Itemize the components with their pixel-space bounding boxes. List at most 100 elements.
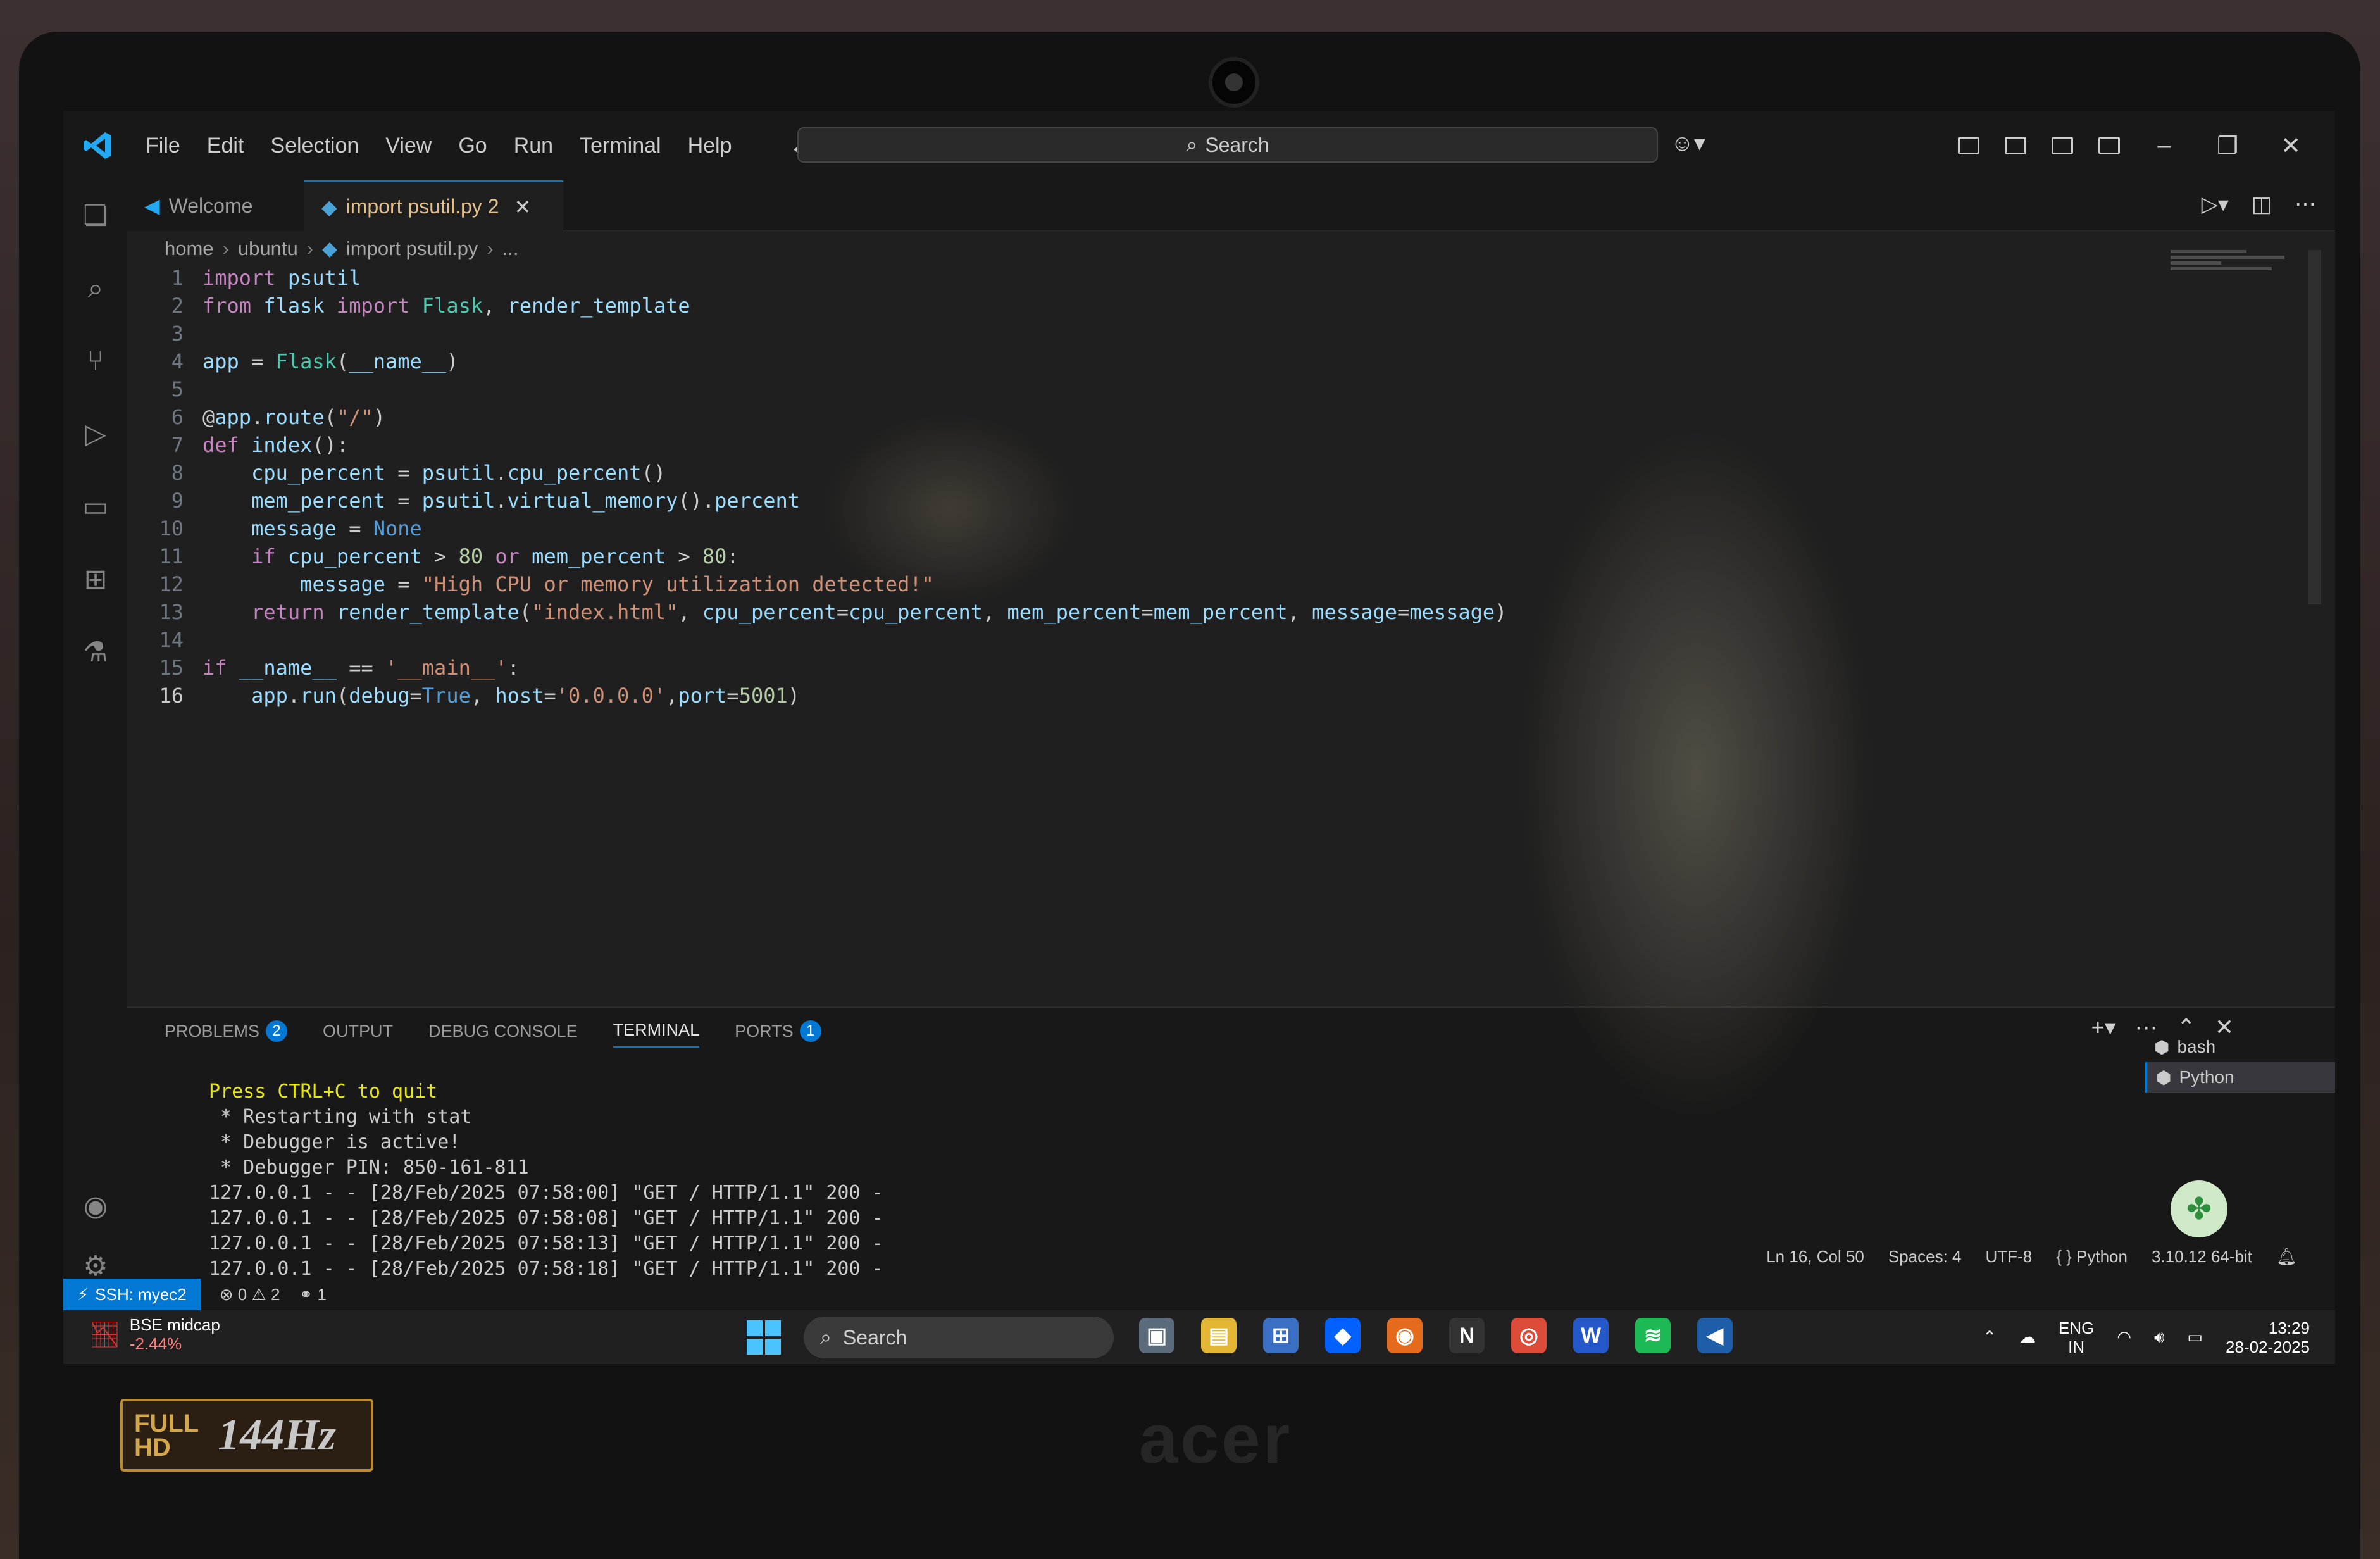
dropbox-icon[interactable]: ◆ xyxy=(1325,1318,1361,1353)
terminal-icon: ⬢ xyxy=(2156,1067,2172,1087)
tab-problems[interactable]: PROBLEMS 2 xyxy=(165,1020,288,1048)
status-cursor-position[interactable]: Ln 16, Col 50 xyxy=(1766,1247,1864,1267)
python-file-icon: ◆ xyxy=(322,237,337,260)
code-line[interactable]: 11 if cpu_percent > 80 or mem_percent > … xyxy=(127,544,739,572)
webex-icon[interactable]: W xyxy=(1573,1318,1609,1353)
code-text: message = None xyxy=(251,517,422,541)
terminal-item-python[interactable]: ⬢ Python xyxy=(2145,1062,2335,1093)
language-indicator[interactable]: ENG IN xyxy=(2059,1318,2094,1356)
wifi-icon[interactable]: ◠ xyxy=(2117,1327,2131,1347)
copilot-icon[interactable]: ☺▾ xyxy=(1671,130,1705,156)
customize-layout-icon[interactable] xyxy=(1958,137,1979,154)
menu-terminal[interactable]: Terminal xyxy=(580,134,661,158)
code-line[interactable]: 1 import psutil xyxy=(127,266,361,294)
code-line[interactable]: 8 cpu_percent = psutil.cpu_percent() xyxy=(127,461,666,489)
status-encoding[interactable]: UTF-8 xyxy=(1986,1247,2033,1267)
toggle-primary-sidebar-icon[interactable] xyxy=(2005,137,2026,154)
code-editor[interactable]: 1 import psutil 2 from flask import Flask, … xyxy=(127,266,2215,1006)
taskbar-search[interactable]: ⌕ Search xyxy=(804,1317,1114,1358)
explorer-icon[interactable]: ❏ xyxy=(79,199,112,232)
tab-output[interactable]: OUTPUT xyxy=(323,1020,393,1048)
vscode-taskbar-icon[interactable]: ◀ xyxy=(1697,1318,1733,1353)
status-indentation[interactable]: Spaces: 4 xyxy=(1888,1247,1962,1267)
firefox-icon[interactable]: ◉ xyxy=(1387,1318,1423,1353)
menu-view[interactable]: View xyxy=(385,134,432,158)
editor-scrollbar[interactable] xyxy=(2308,250,2321,604)
split-editor-icon[interactable]: ◫ xyxy=(2252,192,2272,217)
line-number: 15 xyxy=(159,656,184,680)
menu-selection[interactable]: Selection xyxy=(270,134,359,158)
code-line[interactable]: 7 def index(): xyxy=(127,433,349,461)
search-icon[interactable]: ⌕ xyxy=(79,272,112,305)
run-debug-icon[interactable]: ▷ xyxy=(79,418,112,451)
notifications-bell-icon[interactable]: 🔔︎ xyxy=(2276,1247,2297,1267)
new-terminal-icon[interactable]: +▾ xyxy=(2091,1014,2116,1041)
stock-widget[interactable]: 📉︎ BSE midcap -2.44% xyxy=(89,1315,220,1353)
code-line[interactable]: 6 @app.route("/") xyxy=(127,405,385,433)
remote-indicator[interactable]: ⚡︎ SSH: myec2 xyxy=(63,1279,201,1310)
testing-icon[interactable]: ⚗ xyxy=(79,636,112,669)
status-ports[interactable]: ⚭ 1 xyxy=(299,1285,326,1305)
breadcrumb-ubuntu[interactable]: ubuntu xyxy=(238,237,298,260)
menu-help[interactable]: Help xyxy=(688,134,732,158)
status-problems[interactable]: ⊗ 0 ⚠ 2 xyxy=(220,1285,280,1305)
source-control-icon[interactable]: ⑂ xyxy=(79,345,112,378)
menu-file[interactable]: File xyxy=(146,134,180,158)
extensions-icon[interactable]: ⊞ xyxy=(79,563,112,596)
task-view-icon[interactable]: ▣ xyxy=(1139,1318,1174,1353)
tab-import-psutil[interactable]: ◆ import psutil.py 2 ✕ xyxy=(304,180,563,231)
code-line[interactable]: 15 if __name__ == '__main__': xyxy=(127,656,519,684)
breadcrumb-file[interactable]: import psutil.py xyxy=(346,237,478,260)
code-line[interactable]: 5 xyxy=(127,377,202,405)
code-line[interactable]: 13 return render_template("index.html", … xyxy=(127,600,1507,628)
code-text: if cpu_percent > 80 or mem_percent > 80: xyxy=(251,544,739,568)
cloud-icon[interactable]: ☁︎ xyxy=(2019,1327,2036,1347)
breadcrumb-home[interactable]: home xyxy=(165,237,214,260)
remote-explorer-icon[interactable]: ▭ xyxy=(79,491,112,523)
code-line[interactable]: 3 xyxy=(127,322,202,349)
start-button[interactable] xyxy=(747,1320,781,1355)
code-line[interactable]: 9 mem_percent = psutil.virtual_memory().… xyxy=(127,489,800,517)
restore-icon[interactable]: ❐ xyxy=(2209,132,2246,160)
code-line[interactable]: 14 xyxy=(127,628,202,656)
code-line[interactable]: 4 app = Flask(__name__) xyxy=(127,349,459,377)
terminal-item-bash[interactable]: ⬢ bash xyxy=(2145,1032,2335,1062)
minimap[interactable] xyxy=(2171,250,2297,288)
more-actions-icon[interactable]: ⋯ xyxy=(2295,192,2316,217)
chat-bubble-icon[interactable]: ✤ xyxy=(2171,1180,2227,1237)
file-explorer-icon[interactable]: ▤ xyxy=(1201,1318,1237,1353)
tab-terminal[interactable]: TERMINAL xyxy=(613,1020,700,1048)
menu-edit[interactable]: Edit xyxy=(207,134,244,158)
code-line[interactable]: 2 from flask import Flask, render_templat… xyxy=(127,294,690,322)
toggle-panel-icon[interactable] xyxy=(2052,137,2073,154)
command-center-search[interactable]: ⌕ Search xyxy=(797,127,1658,163)
menu-go[interactable]: Go xyxy=(458,134,487,158)
clock[interactable]: 13:29 28-02-2025 xyxy=(2226,1318,2310,1356)
tab-welcome[interactable]: ◀ Welcome xyxy=(127,180,304,231)
breadcrumb-symbol[interactable]: ... xyxy=(502,237,519,260)
run-python-file-icon[interactable]: ▷▾ xyxy=(2202,192,2229,217)
toggle-secondary-sidebar-icon[interactable] xyxy=(2098,137,2120,154)
notion-icon[interactable]: N xyxy=(1449,1318,1485,1353)
chrome-icon[interactable]: ◎ xyxy=(1511,1318,1547,1353)
spotify-icon[interactable]: ≋ xyxy=(1635,1318,1671,1353)
status-language[interactable]: { } Python xyxy=(2056,1247,2128,1267)
chevron-up-icon[interactable]: ⌃ xyxy=(1983,1327,1997,1347)
menu-run[interactable]: Run xyxy=(514,134,553,158)
minimize-icon[interactable]: – xyxy=(2145,132,2183,160)
code-text: return render_template("index.html", cpu… xyxy=(251,600,1507,624)
status-interpreter[interactable]: 3.10.12 64-bit xyxy=(2152,1247,2252,1267)
volume-icon[interactable]: 🔊︎ xyxy=(2154,1327,2164,1348)
close-tab-icon[interactable]: ✕ xyxy=(514,195,531,219)
battery-icon[interactable]: ▭ xyxy=(2187,1327,2203,1347)
tab-debug-console[interactable]: DEBUG CONSOLE xyxy=(428,1020,578,1048)
code-line[interactable]: 12 message = "High CPU or memory utiliza… xyxy=(127,572,933,600)
store-icon[interactable]: ⊞ xyxy=(1263,1318,1299,1353)
close-icon[interactable]: ✕ xyxy=(2272,132,2310,160)
code-line[interactable]: 10 message = None xyxy=(127,517,422,544)
code-text: mem_percent = psutil.virtual_memory().pe… xyxy=(251,489,801,513)
activity-bar: ❏ ⌕ ⑂ ▷ ▭ ⊞ ⚗ ◉ ⚙ xyxy=(63,180,127,1282)
code-line[interactable]: 16 app.run(debug=True, host='0.0.0.0',po… xyxy=(127,684,800,711)
tab-ports[interactable]: PORTS 1 xyxy=(735,1020,821,1048)
accounts-icon[interactable]: ◉ xyxy=(79,1190,112,1223)
